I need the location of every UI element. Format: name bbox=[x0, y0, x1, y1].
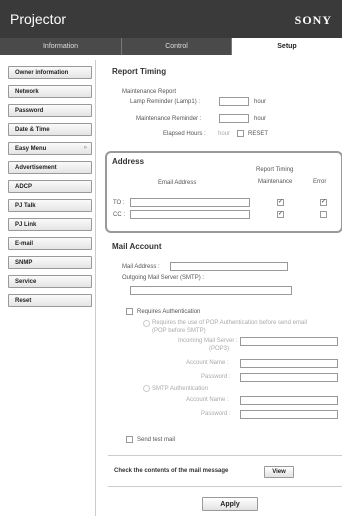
sidebar-item-network[interactable]: Network bbox=[8, 85, 92, 98]
tab-information[interactable]: Information bbox=[0, 38, 122, 55]
smtp-account-name-input[interactable] bbox=[240, 396, 338, 405]
requires-authentication-label: Requires Authentication bbox=[137, 309, 201, 315]
pop-auth-label: Requires the use of POP Authentication b… bbox=[152, 320, 307, 326]
sidebar-item-label: E-mail bbox=[15, 240, 34, 247]
chevron-double-right-icon: » bbox=[83, 145, 87, 151]
section-divider bbox=[108, 486, 342, 487]
error-header: Error bbox=[313, 179, 327, 185]
reset-checkbox[interactable] bbox=[237, 130, 244, 137]
smtp-server-label: Outgoing Mail Server (SMTP) : bbox=[122, 275, 205, 281]
sidebar-item-owner-information[interactable]: Owner information bbox=[8, 66, 92, 79]
report-timing-title: Report Timing bbox=[112, 67, 167, 76]
maintenance-header: Maintenance bbox=[258, 179, 293, 185]
pop-auth-radio[interactable] bbox=[143, 320, 150, 327]
smtp-server-input[interactable] bbox=[130, 286, 292, 295]
maintenance-unit-label: hour bbox=[254, 116, 267, 122]
cc-email-input[interactable] bbox=[130, 210, 250, 219]
app-header: Projector SONY bbox=[0, 0, 342, 38]
sidebar-item-label: Service bbox=[15, 278, 37, 285]
cc-label: CC : bbox=[113, 212, 125, 218]
sidebar-item-label: Easy Menu bbox=[15, 145, 47, 152]
smtp-auth-radio[interactable] bbox=[143, 385, 150, 392]
sidebar-item-snmp[interactable]: SNMP bbox=[8, 256, 92, 269]
lamp-unit-label: hour bbox=[254, 99, 267, 105]
to-label: TO : bbox=[113, 200, 125, 206]
sidebar-item-label: Date & Time bbox=[15, 126, 50, 133]
tab-control[interactable]: Control bbox=[122, 38, 232, 55]
sidebar-divider bbox=[95, 60, 96, 516]
maintenance-reminder-label: Maintenance Reminder : bbox=[136, 116, 202, 122]
smtp-account-name-label: Account Name : bbox=[186, 397, 229, 403]
sidebar-item-date-time[interactable]: Date & Time bbox=[8, 123, 92, 136]
pop-password-input[interactable] bbox=[240, 373, 338, 382]
sidebar-item-pj-talk[interactable]: PJ Talk bbox=[8, 199, 92, 212]
sidebar-item-label: ADCP bbox=[15, 183, 33, 190]
app-title: Projector bbox=[10, 11, 67, 27]
sidebar-item-e-mail[interactable]: E-mail bbox=[8, 237, 92, 250]
sidebar-item-reset[interactable]: Reset bbox=[8, 294, 92, 307]
sidebar-item-label: Password bbox=[15, 107, 44, 114]
mail-address-label: Mail Address : bbox=[122, 264, 160, 270]
check-contents-label: Check the contents of the mail message bbox=[114, 468, 229, 474]
sidebar-item-adcp[interactable]: ADCP bbox=[8, 180, 92, 193]
sidebar-item-service[interactable]: Service bbox=[8, 275, 92, 288]
apply-button[interactable]: Apply bbox=[202, 497, 258, 511]
sidebar-item-easy-menu[interactable]: Easy Menu » bbox=[8, 142, 92, 155]
pop-password-label: Password : bbox=[201, 374, 231, 380]
to-error-checkbox[interactable]: ✓ bbox=[320, 199, 327, 206]
send-test-mail-checkbox[interactable] bbox=[126, 436, 133, 443]
requires-authentication-checkbox[interactable] bbox=[126, 308, 133, 315]
lamp-reminder-input[interactable] bbox=[219, 97, 249, 106]
elapsed-unit-label: hour bbox=[218, 131, 231, 137]
address-title: Address bbox=[112, 157, 145, 166]
mail-address-input[interactable] bbox=[170, 262, 288, 271]
tab-bar: Information Control Setup bbox=[0, 38, 342, 55]
pop-auth-sublabel: (POP before SMTP) bbox=[152, 328, 206, 334]
sidebar: Owner information Network Password Date … bbox=[8, 66, 92, 313]
sidebar-item-label: Owner information bbox=[15, 69, 69, 76]
send-test-mail-label: Send test mail bbox=[137, 437, 176, 443]
sidebar-item-advertisement[interactable]: Advertisement bbox=[8, 161, 92, 174]
reset-label: RESET bbox=[248, 131, 269, 137]
sidebar-item-password[interactable]: Password bbox=[8, 104, 92, 117]
maintenance-report-label: Maintenance Report bbox=[122, 89, 177, 95]
incoming-server-input[interactable] bbox=[240, 337, 338, 346]
section-divider bbox=[108, 455, 342, 456]
cc-maintenance-checkbox[interactable]: ✓ bbox=[277, 211, 284, 218]
smtp-password-input[interactable] bbox=[240, 410, 338, 419]
view-button[interactable]: View bbox=[264, 466, 294, 478]
sidebar-item-label: PJ Link bbox=[15, 221, 37, 228]
sidebar-item-label: Reset bbox=[15, 297, 32, 304]
incoming-server-label: Incoming Mail Server : bbox=[178, 338, 238, 344]
email-address-header: Email Address bbox=[158, 180, 197, 186]
brand-logo: SONY bbox=[294, 13, 332, 27]
pop-account-name-input[interactable] bbox=[240, 359, 338, 368]
mail-account-title: Mail Account bbox=[112, 242, 162, 251]
report-timing-header: Report Timing bbox=[256, 167, 294, 173]
sidebar-item-pj-link[interactable]: PJ Link bbox=[8, 218, 92, 231]
sidebar-item-label: Network bbox=[15, 88, 39, 95]
lamp-reminder-label: Lamp Reminder (Lamp1) : bbox=[130, 99, 201, 105]
maintenance-reminder-input[interactable] bbox=[219, 114, 249, 123]
incoming-server-sublabel: (POP3) bbox=[209, 346, 230, 352]
sidebar-item-label: Advertisement bbox=[15, 164, 57, 171]
sidebar-item-label: SNMP bbox=[15, 259, 33, 266]
sidebar-item-label: PJ Talk bbox=[15, 202, 36, 209]
smtp-password-label: Password : bbox=[201, 411, 231, 417]
cc-error-checkbox[interactable] bbox=[320, 211, 327, 218]
elapsed-hours-label: Elapsed Hours : bbox=[163, 131, 206, 137]
tab-setup[interactable]: Setup bbox=[232, 38, 342, 55]
smtp-auth-label: SMTP Authentication bbox=[152, 386, 208, 392]
pop-account-name-label: Account Name : bbox=[186, 360, 229, 366]
to-email-input[interactable] bbox=[130, 198, 250, 207]
to-maintenance-checkbox[interactable]: ✓ bbox=[277, 199, 284, 206]
